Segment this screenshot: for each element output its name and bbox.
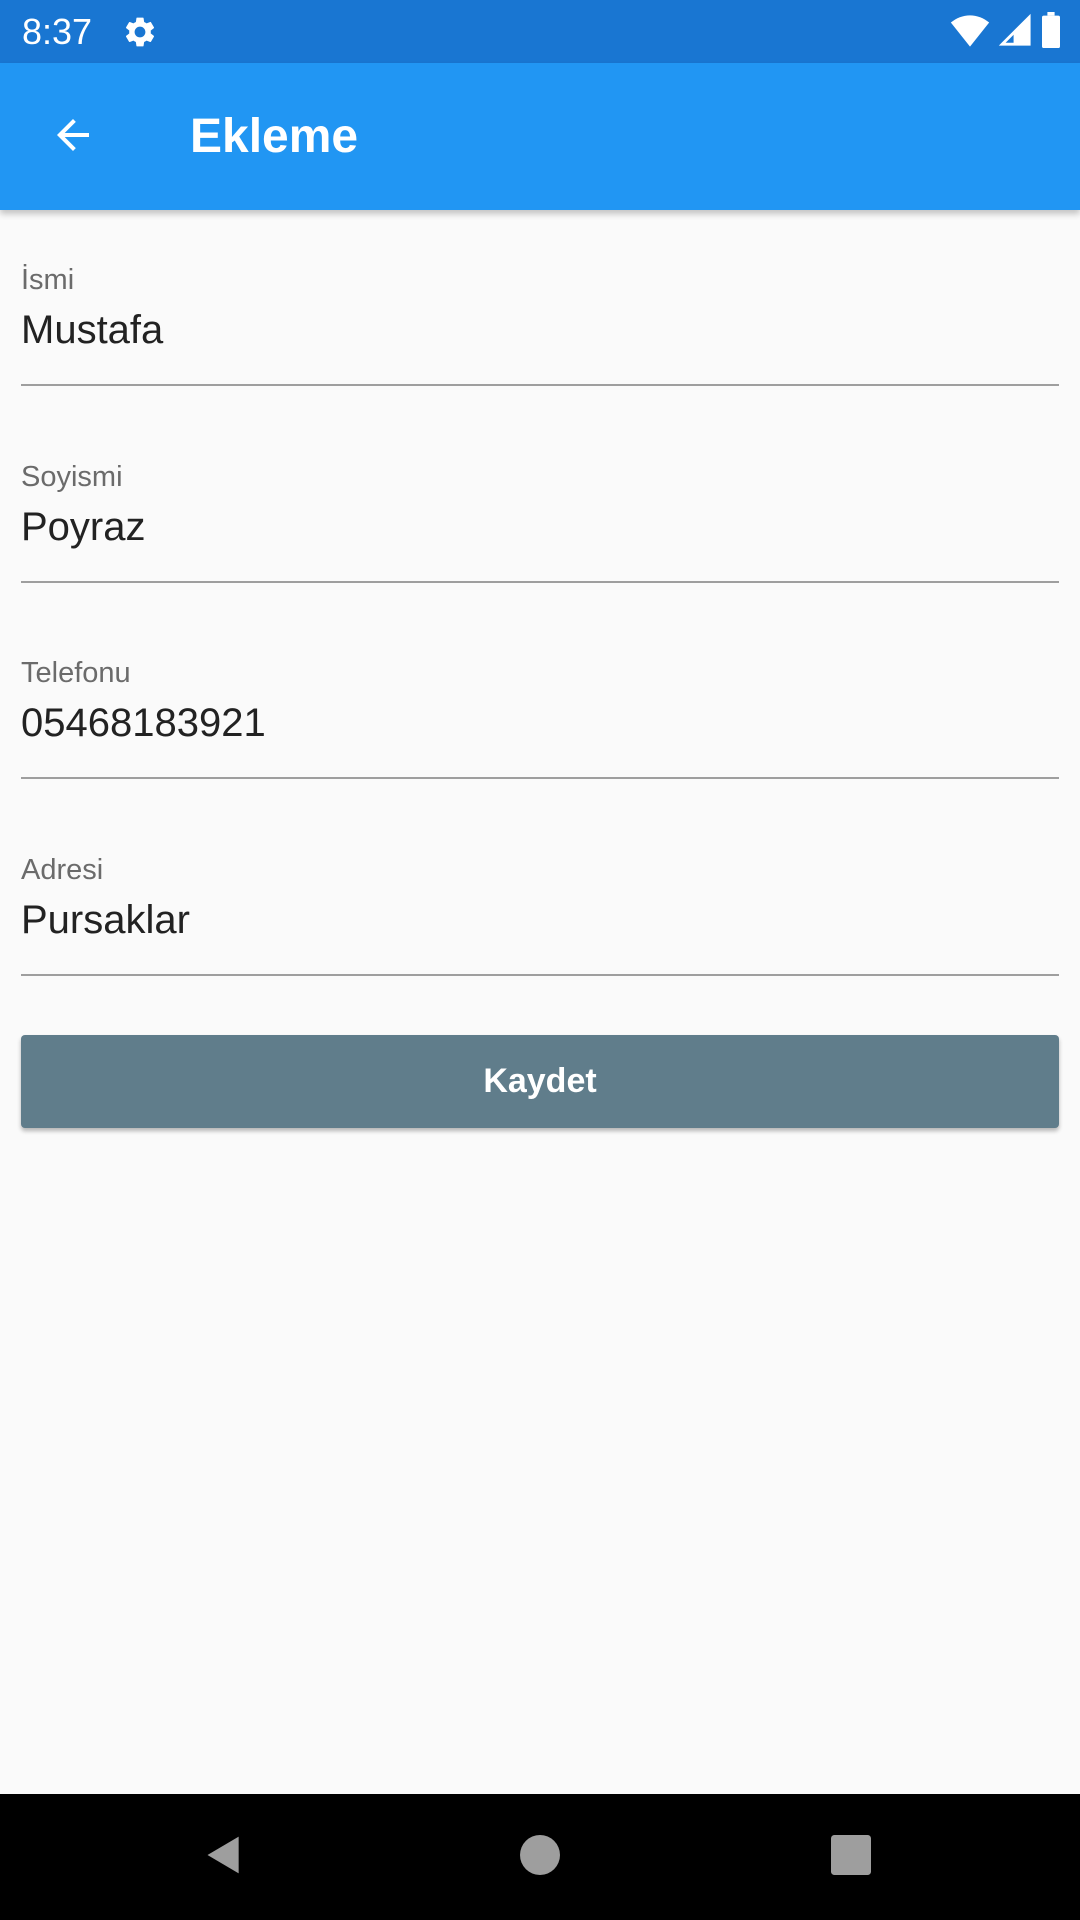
field-underline [21, 973, 1059, 976]
nav-home-button[interactable] [510, 1827, 570, 1887]
field-underline [21, 580, 1059, 583]
field-label: Adresi [21, 853, 104, 886]
address-field[interactable]: Adresi [21, 800, 1059, 997]
screen: 8:37 Ekleme İsmi Mustafa Soyismi Poyraz … [0, 0, 1080, 1920]
address-input[interactable] [21, 891, 1059, 948]
page-title: Ekleme [190, 110, 359, 163]
field-label: Telefonu [21, 657, 131, 689]
add-form: İsmi Soyismi Telefonu Adresi [21, 210, 1059, 996]
field-label: İsmi [21, 264, 75, 296]
status-time: 8:37 [22, 11, 93, 52]
signal-icon [998, 13, 1032, 51]
last-name-field[interactable]: Soyismi [21, 407, 1059, 604]
app-bar: Ekleme [0, 63, 1080, 210]
field-underline [21, 777, 1059, 779]
field-label: Soyismi [21, 460, 123, 493]
status-bar: 8:37 [0, 0, 1080, 63]
first-name-field[interactable]: İsmi [21, 210, 1059, 407]
first-name-input[interactable] [21, 302, 1059, 358]
home-circle-icon [520, 1835, 560, 1879]
last-name-input[interactable] [21, 498, 1059, 555]
nav-recents-button[interactable] [821, 1827, 881, 1887]
save-button[interactable]: Kaydet [21, 1035, 1059, 1128]
wifi-icon [950, 13, 990, 51]
field-underline [21, 384, 1059, 386]
back-triangle-icon [202, 1833, 246, 1881]
status-icons [950, 12, 1062, 52]
system-nav-bar [0, 1794, 1080, 1920]
nav-back-button[interactable] [194, 1827, 254, 1887]
battery-icon [1040, 12, 1062, 52]
arrow-back-icon [49, 111, 97, 163]
phone-input[interactable] [21, 695, 1059, 751]
recents-square-icon [831, 1835, 871, 1879]
phone-field[interactable]: Telefonu [21, 603, 1059, 800]
back-button[interactable] [36, 100, 110, 174]
gear-icon [122, 14, 158, 50]
